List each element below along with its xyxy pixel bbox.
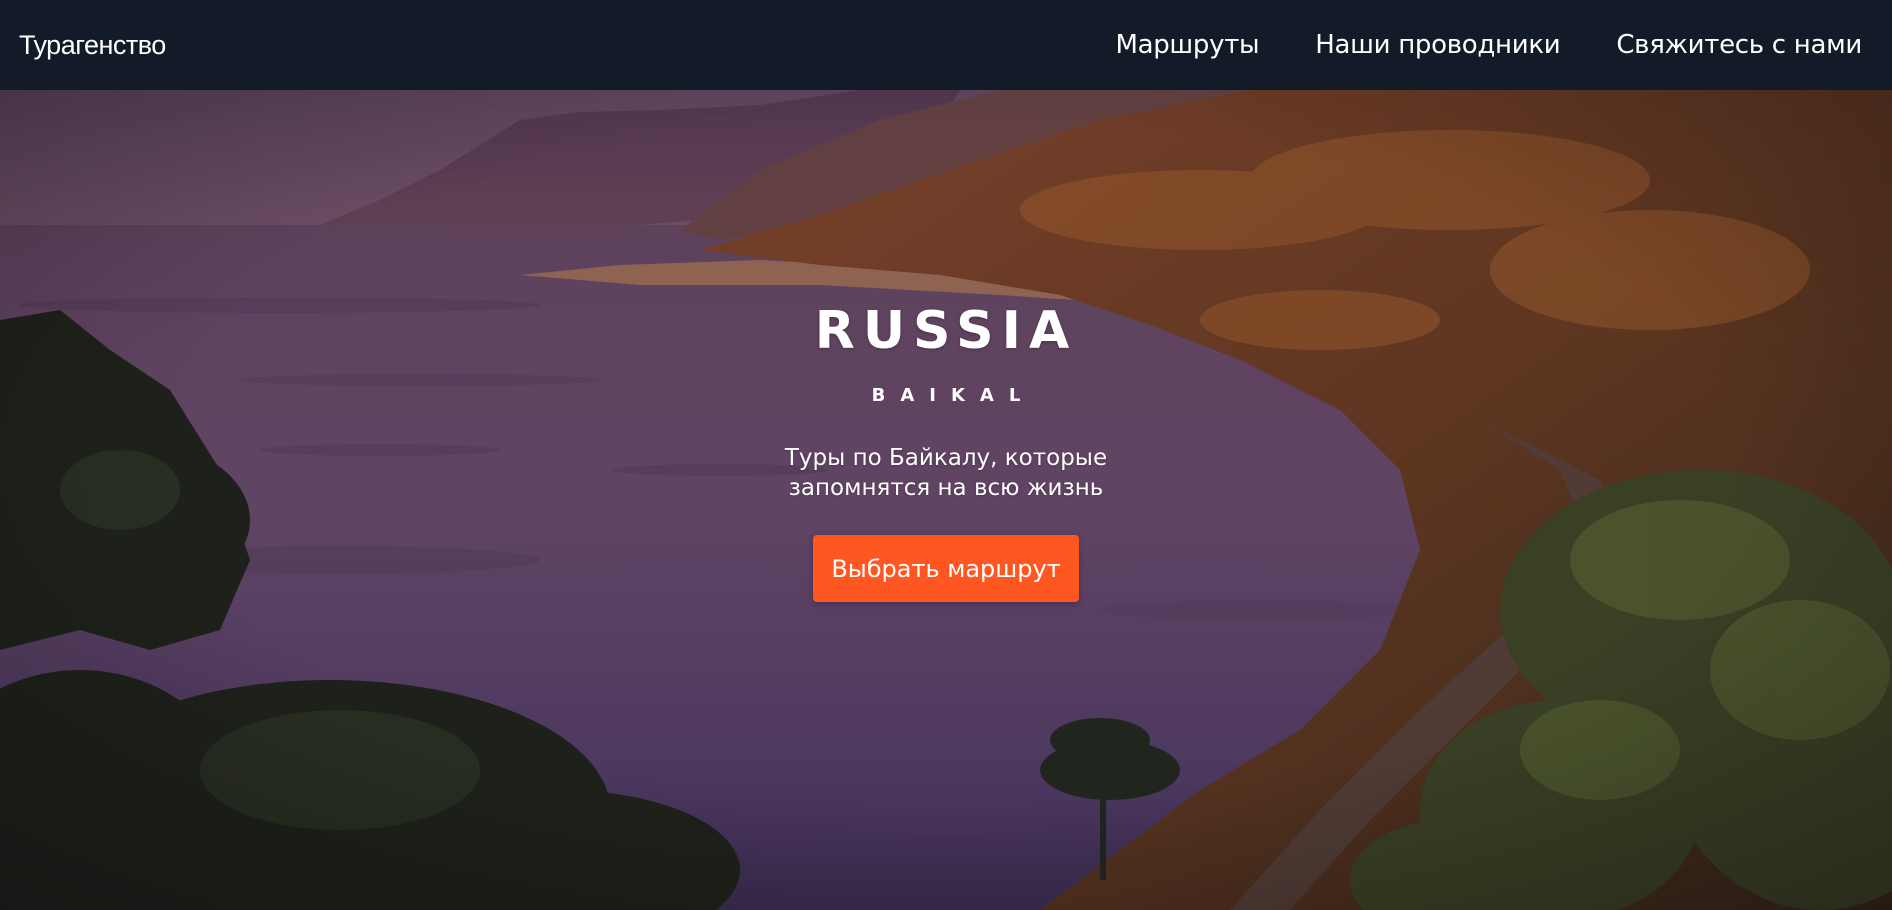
nav-item-routes: Маршруты: [1115, 30, 1259, 60]
nav-link-contact[interactable]: Свяжитесь с нами: [1616, 30, 1862, 60]
nav-item-contact: Свяжитесь с нами: [1616, 30, 1862, 60]
nav-link-guides[interactable]: Наши проводники: [1315, 30, 1560, 60]
hero-section: RUSSIA BAIKAL Туры по Байкалу, которые з…: [0, 90, 1892, 910]
hero-subtitle: BAIKAL: [871, 385, 1036, 406]
nav-item-guides: Наши проводники: [1315, 30, 1560, 60]
choose-route-button[interactable]: Выбрать маршрут: [813, 535, 1079, 602]
page: Турагенство Маршруты Наши проводники Свя…: [0, 0, 1892, 910]
top-navbar: Турагенство Маршруты Наши проводники Свя…: [0, 0, 1892, 90]
nav-link-routes[interactable]: Маршруты: [1115, 30, 1259, 60]
nav-menu: Маршруты Наши проводники Свяжитесь с нам…: [1115, 30, 1862, 60]
hero-tagline: Туры по Байкалу, которые запомнятся на в…: [784, 445, 1108, 501]
hero-title: RUSSIA: [814, 301, 1078, 361]
brand-logo-link[interactable]: Турагенство: [19, 30, 166, 61]
hero-content: RUSSIA BAIKAL Туры по Байкалу, которые з…: [0, 90, 1892, 910]
